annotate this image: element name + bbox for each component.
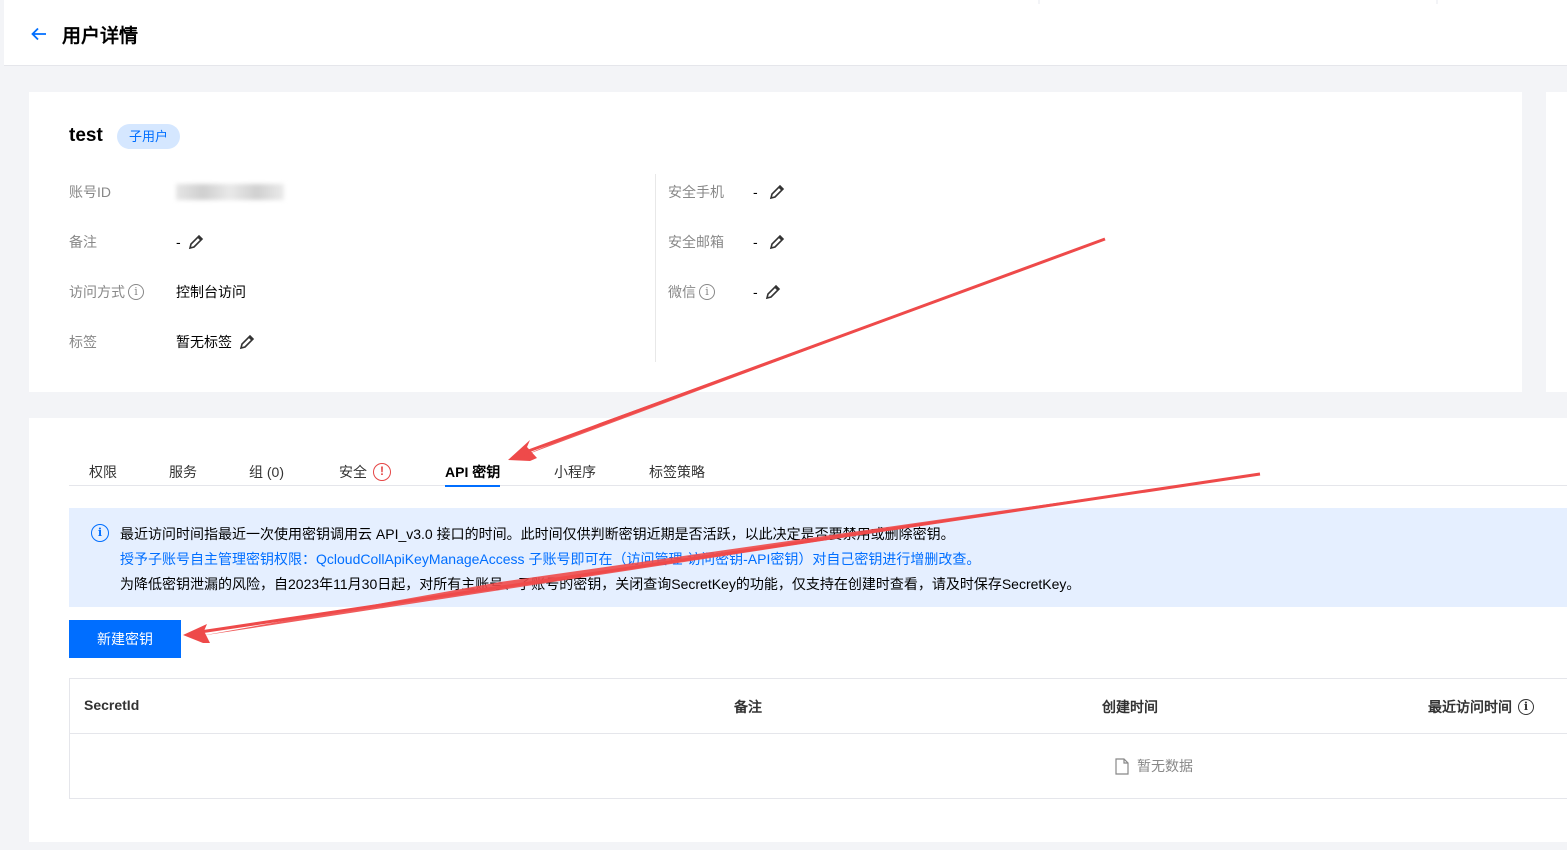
info-alert: i 最近访问时间指最近一次使用密钥调用云 API_v3.0 接口的时间。此时间仅…: [69, 508, 1567, 607]
edit-pencil-icon[interactable]: [238, 333, 256, 351]
tab-services[interactable]: 服务: [169, 458, 197, 486]
field-security-email: 安全邮箱 -: [668, 232, 786, 252]
table-header: SecretId 备注 创建时间 最近访问时间 i: [70, 679, 1567, 734]
file-icon: [1115, 757, 1129, 775]
tab-bar: 权限 服务 组 (0) 安全 ! API 密钥 小程序 标签策略: [69, 454, 1567, 487]
column-header: 备注: [734, 699, 762, 715]
field-access-mode: 访问方式 i 控制台访问: [69, 282, 246, 302]
field-remark: 备注 -: [69, 232, 205, 252]
field-value: -: [753, 184, 758, 200]
detail-tabs-card: 权限 服务 组 (0) 安全 ! API 密钥 小程序 标签策略 i 最近访问时…: [29, 418, 1567, 842]
tab-label: 权限: [89, 464, 117, 480]
edit-pencil-icon[interactable]: [768, 183, 786, 201]
api-key-table: SecretId 备注 创建时间 最近访问时间 i 暂无数据: [69, 678, 1567, 799]
arrow-left-icon[interactable]: [30, 25, 50, 45]
warning-icon: !: [373, 463, 391, 481]
column-header: 创建时间: [1102, 699, 1158, 715]
tab-label: API 密钥: [445, 463, 501, 480]
info-icon: i: [91, 524, 109, 542]
tab-api-keys[interactable]: API 密钥: [445, 458, 501, 487]
info-icon[interactable]: i: [1518, 699, 1534, 715]
tab-permissions[interactable]: 权限: [89, 458, 117, 486]
edit-pencil-icon[interactable]: [764, 283, 782, 301]
column-header: 最近访问时间: [1428, 699, 1512, 715]
alert-text: 为降低密钥泄漏的风险，自2023年11月30日起，对所有主账号、子账号的密钥，关…: [120, 576, 1081, 592]
field-label: 账号ID: [69, 184, 111, 200]
tab-label: 小程序: [554, 464, 596, 480]
empty-text: 暂无数据: [1137, 758, 1193, 774]
tab-groups[interactable]: 组 (0): [249, 458, 284, 486]
field-label: 安全邮箱: [668, 234, 724, 250]
field-label: 安全手机: [668, 184, 724, 200]
field-wechat: 微信 i -: [668, 282, 782, 302]
field-label: 微信: [668, 284, 696, 300]
page: 用户详情 test 子用户 账号ID 备注 - 访问方式 i 控制台访问 标签 …: [0, 0, 1567, 850]
edit-pencil-icon[interactable]: [187, 233, 205, 251]
tab-label: 标签策略: [649, 464, 705, 480]
tab-label: 组 (0): [249, 464, 284, 480]
field-label: 访问方式: [69, 284, 125, 300]
column-header-last-access: 最近访问时间 i: [1428, 697, 1534, 717]
tab-label: 服务: [169, 464, 197, 480]
column-header: SecretId: [84, 697, 140, 713]
page-title: 用户详情: [62, 26, 139, 47]
tab-mini-program[interactable]: 小程序: [554, 458, 596, 486]
tab-tag-policy[interactable]: 标签策略: [649, 458, 705, 486]
field-label: 标签: [69, 334, 97, 350]
field-security-phone: 安全手机 -: [668, 182, 786, 202]
account-id-value-redacted: [176, 184, 284, 200]
user-info-card: test 子用户 账号ID 备注 - 访问方式 i 控制台访问 标签 暂无标签: [29, 92, 1522, 392]
field-value: 暂无标签: [176, 334, 232, 350]
field-tags: 标签 暂无标签: [69, 332, 256, 352]
column-divider: [655, 174, 656, 362]
edit-pencil-icon[interactable]: [768, 233, 786, 251]
field-value: -: [176, 234, 181, 250]
user-type-badge: 子用户: [117, 124, 181, 149]
field-label-wrap: 访问方式 i: [69, 282, 176, 302]
info-icon[interactable]: i: [128, 284, 144, 300]
info-icon[interactable]: i: [699, 284, 715, 300]
tab-security[interactable]: 安全 !: [339, 458, 391, 486]
page-header: 用户详情: [4, 4, 1567, 66]
field-account-id: 账号ID: [69, 182, 284, 202]
field-value: -: [753, 284, 758, 300]
user-name: test: [69, 125, 103, 146]
new-key-button[interactable]: 新建密钥: [69, 620, 181, 658]
field-value: 控制台访问: [176, 284, 246, 300]
alert-text: 最近访问时间指最近一次使用密钥调用云 API_v3.0 接口的时间。此时间仅供判…: [120, 526, 955, 542]
field-label-wrap: 微信 i: [668, 282, 753, 302]
field-value: -: [753, 234, 758, 250]
side-panel-edge: [1546, 92, 1567, 392]
alert-link[interactable]: 授予子账号自主管理密钥权限：QcloudCollApiKeyManageAcce…: [120, 549, 980, 569]
tab-label: 安全: [339, 464, 367, 480]
empty-state: 暂无数据: [1115, 756, 1193, 776]
field-label: 备注: [69, 234, 97, 250]
